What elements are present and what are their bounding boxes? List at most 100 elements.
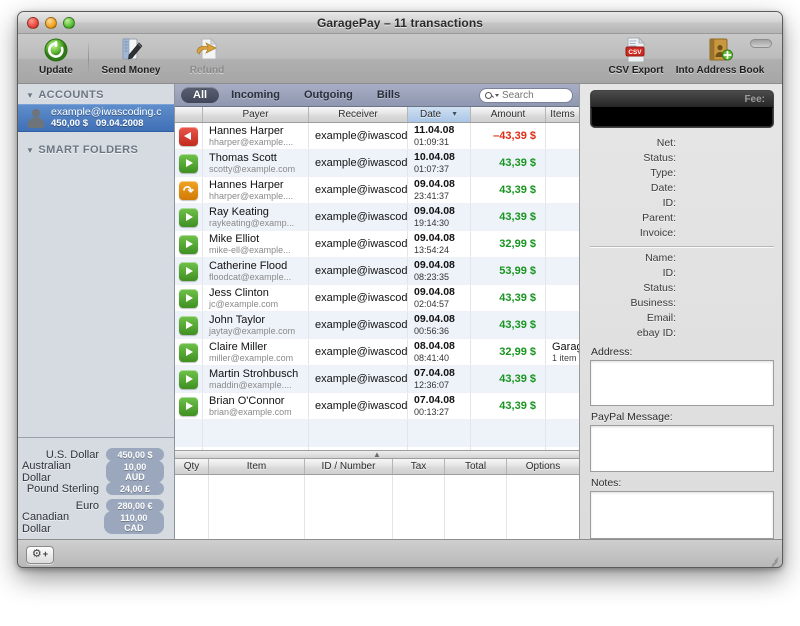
field-person-status: Status: bbox=[590, 281, 774, 296]
table-row[interactable]: ↶Hannes Harperhharper@example....example… bbox=[175, 177, 579, 204]
tab-all[interactable]: All bbox=[181, 87, 219, 103]
table-row[interactable]: Claire Millermiller@example.comexample@i… bbox=[175, 339, 579, 366]
transactions-table-body[interactable]: Hannes Harperhharper@example....example@… bbox=[175, 123, 579, 450]
cell-items bbox=[546, 393, 579, 419]
column-header-receiver[interactable]: Receiver bbox=[309, 107, 408, 122]
address-textarea[interactable] bbox=[590, 360, 774, 407]
refund-button[interactable]: Refund bbox=[169, 36, 245, 76]
send-money-button[interactable]: Send Money bbox=[93, 36, 169, 76]
table-row[interactable]: Thomas Scottscotty@example.comexample@iw… bbox=[175, 150, 579, 177]
field-label: Status: bbox=[590, 282, 676, 294]
payer-email: floodcat@example... bbox=[203, 272, 308, 282]
time-value: 13:54:24 bbox=[414, 245, 470, 255]
outgoing-arrow-icon bbox=[179, 343, 198, 362]
payer-email: jaytay@example.com bbox=[203, 326, 308, 336]
column-header-total[interactable]: Total bbox=[445, 459, 507, 474]
table-row[interactable]: Mike Elliotmike-ell@example...example@iw… bbox=[175, 231, 579, 258]
cell-items bbox=[546, 231, 579, 257]
time-value: 01:07:37 bbox=[414, 164, 470, 174]
action-menu-button[interactable]: ⚙ + bbox=[26, 546, 54, 564]
close-button[interactable] bbox=[27, 17, 39, 29]
tab-outgoing[interactable]: Outgoing bbox=[292, 87, 365, 103]
notes-textarea[interactable] bbox=[590, 491, 774, 539]
tab-bills[interactable]: Bills bbox=[365, 87, 412, 103]
search-input[interactable] bbox=[502, 90, 567, 101]
cell-date: 07.04.0812:36:07 bbox=[408, 366, 471, 392]
payer-email: mike-ell@example... bbox=[203, 245, 308, 255]
cell-receiver: example@iwascodi... bbox=[309, 150, 408, 176]
items-pane: Qty Item ID / Number Tax Total Options bbox=[175, 459, 579, 539]
cell-type bbox=[175, 393, 203, 419]
table-row[interactable]: Hannes Harperhharper@example....example@… bbox=[175, 123, 579, 150]
field-id: ID: bbox=[590, 195, 774, 210]
toolbar-separator bbox=[88, 40, 89, 74]
column-header-tax[interactable]: Tax bbox=[393, 459, 445, 474]
column-header-amount[interactable]: Amount bbox=[471, 107, 546, 122]
cell-amount: 43,39 $ bbox=[471, 312, 546, 338]
chevron-down-icon bbox=[495, 94, 499, 97]
date-value: 08.04.08 bbox=[414, 341, 470, 353]
update-button[interactable]: Update bbox=[28, 36, 84, 76]
minimize-button[interactable] bbox=[45, 17, 57, 29]
cell-payer: Mike Elliotmike-ell@example... bbox=[203, 231, 309, 257]
payer-name: Catherine Flood bbox=[203, 260, 308, 272]
cell-type bbox=[175, 285, 203, 311]
items-table-body[interactable] bbox=[175, 475, 579, 539]
field-label: Email: bbox=[590, 312, 676, 324]
field-label: Date: bbox=[590, 182, 676, 194]
column-header-items[interactable]: Items bbox=[546, 107, 579, 122]
cell-date: 09.04.0823:41:37 bbox=[408, 177, 471, 203]
cell-amount: 53,99 $ bbox=[471, 258, 546, 284]
resize-handle[interactable] bbox=[767, 555, 779, 567]
column-header-type[interactable] bbox=[175, 107, 203, 122]
amount-value: 43,39 $ bbox=[499, 292, 536, 304]
amount-value: –43,39 $ bbox=[493, 130, 536, 142]
column-header-date[interactable]: Date ▼ bbox=[408, 107, 471, 122]
accounts-section-header[interactable]: ▼ ACCOUNTS bbox=[18, 84, 174, 104]
toolbar-toggle-button[interactable] bbox=[750, 39, 772, 48]
csv-export-button[interactable]: CSV CSV Export bbox=[598, 36, 674, 76]
empty-row bbox=[175, 420, 579, 447]
currency-name: Pound Sterling bbox=[27, 483, 99, 495]
column-header-date-label: Date bbox=[420, 109, 441, 120]
table-row[interactable]: Ray Keatingraykeating@examp...example@iw… bbox=[175, 204, 579, 231]
table-row[interactable]: Brian O'Connorbrian@example.comexample@i… bbox=[175, 393, 579, 420]
toolbar: Update Send Money bbox=[18, 34, 782, 84]
tab-incoming[interactable]: Incoming bbox=[219, 87, 292, 103]
smart-folders-section-header[interactable]: ▼ SMART FOLDERS bbox=[18, 139, 174, 159]
column-header-options[interactable]: Options bbox=[507, 459, 579, 474]
transactions-table-header: Payer Receiver Date ▼ Amount Items bbox=[175, 107, 579, 123]
item-count: 1 item bbox=[552, 353, 579, 363]
zoom-button[interactable] bbox=[63, 17, 75, 29]
column-header-payer[interactable]: Payer bbox=[203, 107, 309, 122]
date-value: 09.04.08 bbox=[414, 179, 470, 191]
transactions-pane: All Incoming Outgoing Bills Payer Receiv… bbox=[175, 84, 579, 539]
accounts-header-label: ACCOUNTS bbox=[38, 89, 104, 101]
gear-icon: ⚙ bbox=[32, 549, 42, 560]
cell-amount: 43,39 $ bbox=[471, 150, 546, 176]
refund-icon bbox=[193, 36, 221, 64]
sidebar-item-account[interactable]: example@iwascoding.c 450,00 $ 09.04.2008 bbox=[18, 104, 174, 132]
pane-splitter[interactable]: ▲ bbox=[175, 450, 579, 459]
time-value: 19:14:30 bbox=[414, 218, 470, 228]
cell-type bbox=[175, 123, 203, 149]
table-row[interactable]: Martin Strohbuschmaddin@example....examp… bbox=[175, 366, 579, 393]
table-row[interactable]: Catherine Floodfloodcat@example...exampl… bbox=[175, 258, 579, 285]
column-header-qty[interactable]: Qty bbox=[175, 459, 209, 474]
date-value: 09.04.08 bbox=[414, 206, 470, 218]
table-row[interactable]: Jess Clintonjc@example.comexample@iwasco… bbox=[175, 285, 579, 312]
paypal-message-textarea[interactable] bbox=[590, 425, 774, 472]
cell-date: 07.04.0800:13:27 bbox=[408, 393, 471, 419]
window-controls bbox=[27, 17, 75, 29]
currency-balances: U.S. Dollar 450,00 $ Australian Dollar 1… bbox=[18, 437, 174, 539]
cell-items bbox=[546, 204, 579, 230]
cell-type bbox=[175, 366, 203, 392]
cell-payer: Claire Millermiller@example.com bbox=[203, 339, 309, 365]
column-header-id[interactable]: ID / Number bbox=[305, 459, 393, 474]
column-header-item[interactable]: Item bbox=[209, 459, 305, 474]
outgoing-arrow-icon bbox=[179, 370, 198, 389]
table-row[interactable]: John Taylorjaytay@example.comexample@iwa… bbox=[175, 312, 579, 339]
field-label: ID: bbox=[590, 267, 676, 279]
search-field[interactable] bbox=[479, 88, 573, 103]
field-ebay-id: ebay ID: bbox=[590, 326, 774, 341]
